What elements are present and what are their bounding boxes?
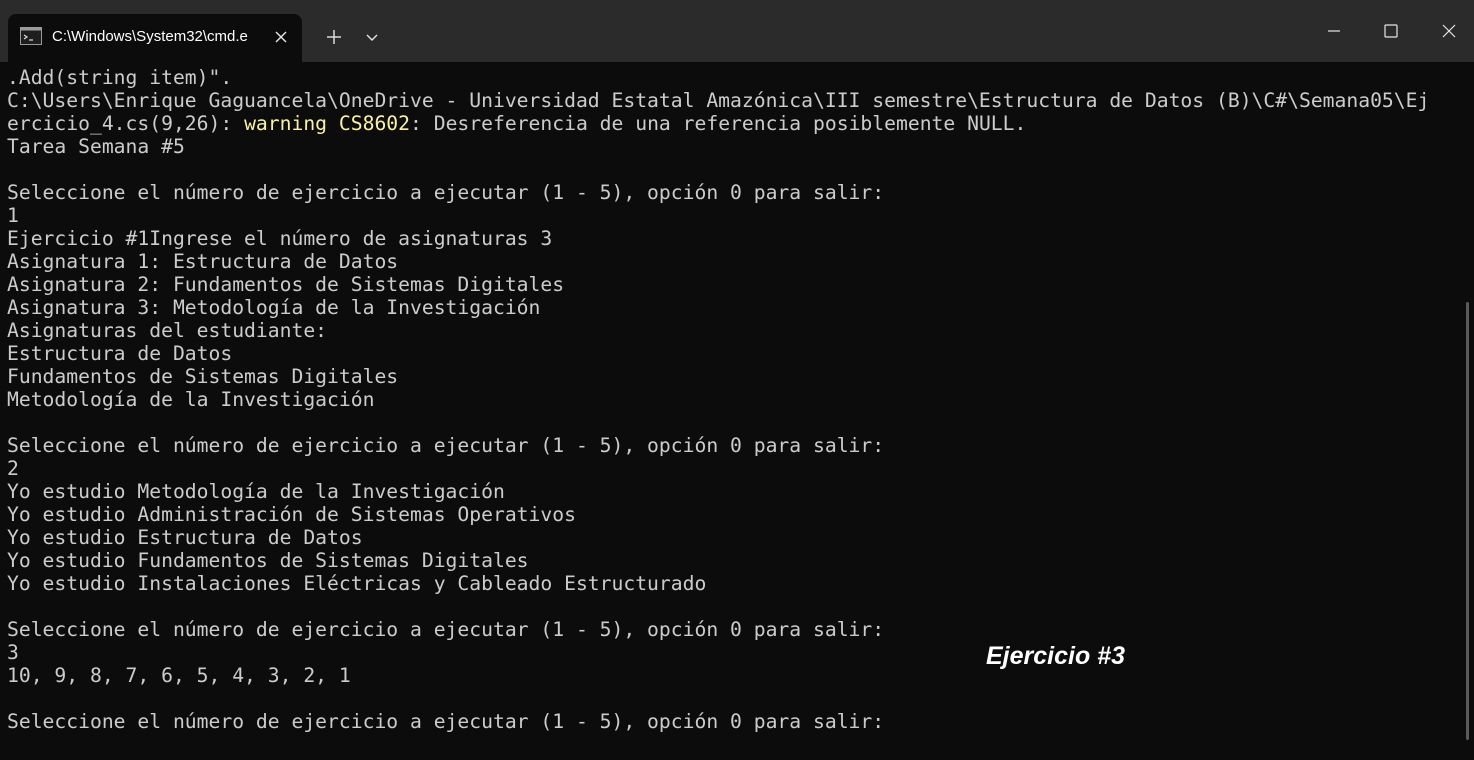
console-line: Yo estudio Estructura de Datos [7, 526, 363, 549]
console-text: ercicio_4.cs(9,26): [7, 112, 245, 135]
console-line: Seleccione el número de ejercicio a ejec… [7, 618, 885, 641]
console-line: Seleccione el número de ejercicio a ejec… [7, 434, 885, 457]
console-line: 3 [7, 641, 19, 664]
console-line: Estructura de Datos [7, 342, 233, 365]
tab-title: C:\Windows\System32\cmd.e [52, 28, 248, 45]
close-icon[interactable] [270, 26, 292, 48]
console-output[interactable]: .Add(string item)". C:\Users\Enrique Gag… [0, 62, 1474, 760]
console-line: Seleccione el número de ejercicio a ejec… [7, 710, 885, 733]
console-line: Asignatura 3: Metodología de la Investig… [7, 296, 541, 319]
console-line: Yo estudio Administración de Sistemas Op… [7, 503, 576, 526]
scrollbar[interactable] [1466, 302, 1469, 740]
title-bar: C:\Windows\System32\cmd.e [0, 0, 1474, 62]
maximize-icon[interactable] [1371, 12, 1411, 50]
tab-cmd[interactable]: C:\Windows\System32\cmd.e [8, 14, 302, 62]
console-line: .Add(string item)". [7, 66, 233, 89]
console-line: Asignaturas del estudiante: [7, 319, 328, 342]
console-line: Seleccione el número de ejercicio a ejec… [7, 181, 885, 204]
chevron-down-icon[interactable] [358, 24, 386, 50]
close-icon[interactable] [1429, 12, 1469, 50]
plus-icon[interactable] [318, 24, 350, 50]
console-line: 2 [7, 457, 19, 480]
console-text: : Desreferencia de una referencia posibl… [410, 112, 1027, 135]
terminal-window: C:\Windows\System32\cmd.e .Add(string it… [0, 0, 1474, 760]
console-line: ercicio_4.cs(9,26): warning CS8602: Desr… [7, 112, 1026, 135]
console-line: Fundamentos de Sistemas Digitales [7, 365, 399, 388]
console-line: Asignatura 2: Fundamentos de Sistemas Di… [7, 273, 565, 296]
console-line: Yo estudio Instalaciones Eléctricas y Ca… [7, 572, 707, 595]
terminal-icon [20, 27, 42, 45]
console-line: 10, 9, 8, 7, 6, 5, 4, 3, 2, 1 [7, 664, 351, 687]
minimize-icon[interactable] [1314, 12, 1354, 50]
console-line: Yo estudio Fundamentos de Sistemas Digit… [7, 549, 529, 572]
exercise-annotation: Ejercicio #3 [986, 642, 1125, 670]
console-line: Ejercicio #1Ingrese el número de asignat… [7, 227, 553, 250]
console-line: Yo estudio Metodología de la Investigaci… [7, 480, 505, 503]
console-line: Asignatura 1: Estructura de Datos [7, 250, 399, 273]
console-line: Tarea Semana #5 [7, 135, 185, 158]
console-line: C:\Users\Enrique Gaguancela\OneDrive - U… [7, 89, 1430, 112]
warning-code: warning CS8602 [244, 112, 411, 135]
console-line: Metodología de la Investigación [7, 388, 375, 411]
console-line: 1 [7, 204, 19, 227]
